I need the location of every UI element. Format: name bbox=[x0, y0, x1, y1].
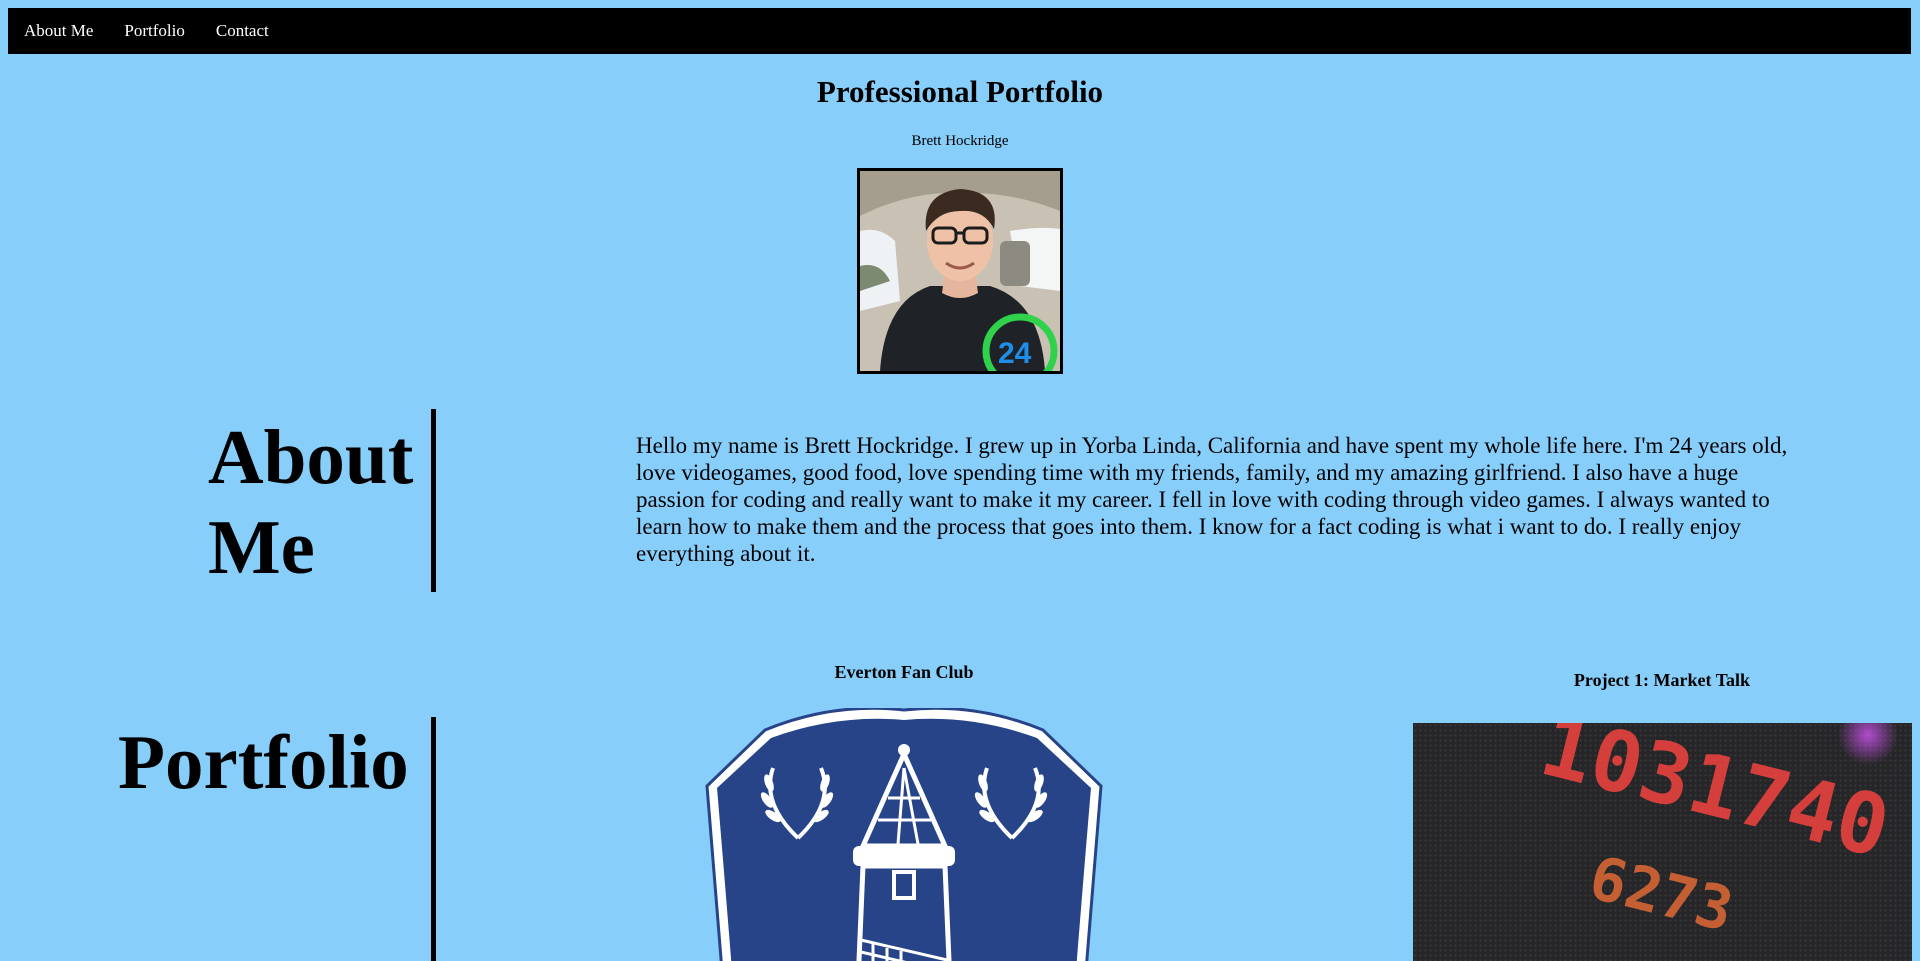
about-heading: About Me bbox=[208, 414, 414, 590]
top-navigation-bar: About Me Portfolio Contact bbox=[8, 8, 1911, 54]
portfolio-heading: Portfolio bbox=[118, 719, 409, 805]
nav-link-contact[interactable]: Contact bbox=[216, 21, 269, 41]
portfolio-divider bbox=[431, 717, 436, 961]
nav-link-portfolio[interactable]: Portfolio bbox=[124, 21, 184, 41]
project-title-everton: Everton Fan Club bbox=[834, 662, 974, 682]
nav-link-about-me[interactable]: About Me bbox=[24, 21, 93, 41]
shirt-number: 24 bbox=[998, 337, 1032, 370]
about-divider bbox=[431, 409, 436, 592]
project-title-market-talk: Project 1: Market Talk bbox=[1573, 670, 1751, 690]
author-name: Brett Hockridge bbox=[911, 133, 1009, 149]
about-text: Hello my name is Brett Hockridge. I grew… bbox=[636, 433, 1788, 566]
profile-photo: 24 bbox=[857, 168, 1063, 374]
everton-crest-icon[interactable] bbox=[703, 706, 1105, 961]
page-title: Professional Portfolio bbox=[816, 74, 1104, 109]
market-talk-image[interactable]: 1031740 6273 bbox=[1413, 723, 1912, 961]
profile-photo-image: 24 bbox=[860, 171, 1060, 371]
page: About Me Portfolio Contact Professional … bbox=[0, 0, 1920, 961]
